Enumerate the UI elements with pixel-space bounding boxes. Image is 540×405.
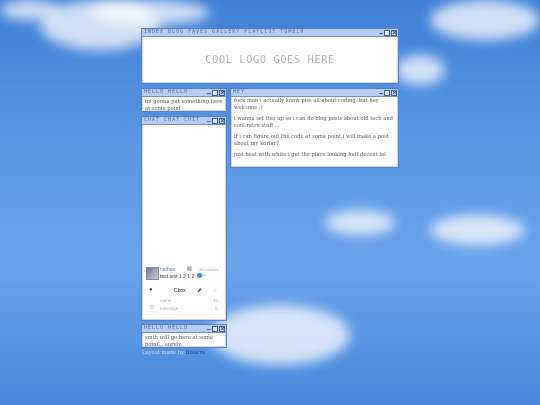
minimize-icon[interactable] [379,31,383,34]
message-user[interactable]: nathan [160,267,175,273]
external-link-icon[interactable]: ⬈ [197,287,202,294]
minimize-icon[interactable] [207,119,211,122]
blog-paragraph: fuck man i actually know piss all about … [234,98,379,111]
globe-icon [197,273,202,278]
cloud [395,55,445,85]
header-window: INDEX BLOG FAVES GALLERY PLAYLIST TUMBLR… [141,28,399,84]
cloud [90,0,210,25]
message-icon: ▤ [187,266,192,272]
chat-window: CHAT CHAT CHIT nathan ▤ 36 minutes ago t… [141,116,227,321]
cloud [210,305,350,365]
blog-titlebar: HEY [231,89,398,97]
message-field[interactable]: message [160,306,178,311]
maximize-icon[interactable] [212,117,218,124]
cloud [0,0,60,20]
cloud [430,215,525,245]
name-field[interactable]: name [160,298,171,303]
message-time: 36 minutes ago [199,267,219,277]
hello-window: HELLO HELLO im gonna put something here … [141,88,227,112]
cloud [430,0,540,40]
blog-window: HEY fuck man i actually know piss all ab… [230,88,399,168]
close-icon[interactable] [219,325,225,332]
message-count: 0 [215,306,218,311]
emoji-icon[interactable]: ☺ [149,305,155,311]
star-icon[interactable]: ☆ [212,287,217,294]
footer-link[interactable]: Bizarre [186,350,205,356]
avatar [146,267,159,280]
hello-bottom-titlebar: HELLO HELLO [142,325,226,333]
message-text: test test 1 2 1 2 [160,274,195,280]
minimize-icon[interactable] [207,327,211,330]
hello-bottom-text: smth will go here at some point... surel… [145,335,214,348]
chat-title: CHAT CHAT CHIT [144,117,201,123]
hello-bottom-window: HELLO HELLO smth will go here at some po… [141,324,227,348]
footer-prefix: Layout made by [142,350,184,356]
maximize-icon[interactable] [212,89,218,96]
close-icon[interactable] [219,89,225,96]
user-icon: ● [149,287,153,293]
blog-paragraph: if i can figure out the code at some poi… [234,134,389,147]
close-icon[interactable] [391,89,397,96]
cbox-button[interactable]: Cbox [174,288,186,294]
char-count: 40 [213,298,219,303]
minimize-icon[interactable] [379,91,383,94]
chat-message: nathan ▤ 36 minutes ago test test 1 2 1 … [144,266,224,282]
close-icon[interactable] [391,29,397,36]
hello-title: HELLO HELLO [144,89,189,95]
maximize-icon[interactable] [384,29,390,36]
nav-titlebar: INDEX BLOG FAVES GALLERY PLAYLIST TUMBLR [142,29,398,37]
cloud [325,210,395,235]
blog-paragraph: i wanna set this up so i can do blog pos… [234,116,394,129]
chat-titlebar: CHAT CHAT CHIT [142,117,226,125]
nav-links[interactable]: INDEX BLOG FAVES GALLERY PLAYLIST TUMBLR [144,29,304,35]
blog-paragraph: just beat with white i get the place loo… [234,152,386,158]
maximize-icon[interactable] [212,325,218,332]
footer: Layout made by Bizarre [142,350,205,356]
maximize-icon[interactable] [384,89,390,96]
close-icon[interactable] [219,117,225,124]
blog-title: HEY [233,89,246,95]
blog-body: fuck man i actually know piss all about … [231,97,398,161]
hello-text: im gonna put something here at some poin… [145,99,223,112]
hello-titlebar: HELLO HELLO [142,89,226,97]
logo-placeholder: COOL LOGO GOES HERE [205,54,335,66]
chat-controls: ● Cbox ⬈ ☆ name 40 ☺ message 0 [144,287,224,317]
minimize-icon[interactable] [207,91,211,94]
hello-bottom-title: HELLO HELLO [144,325,189,331]
